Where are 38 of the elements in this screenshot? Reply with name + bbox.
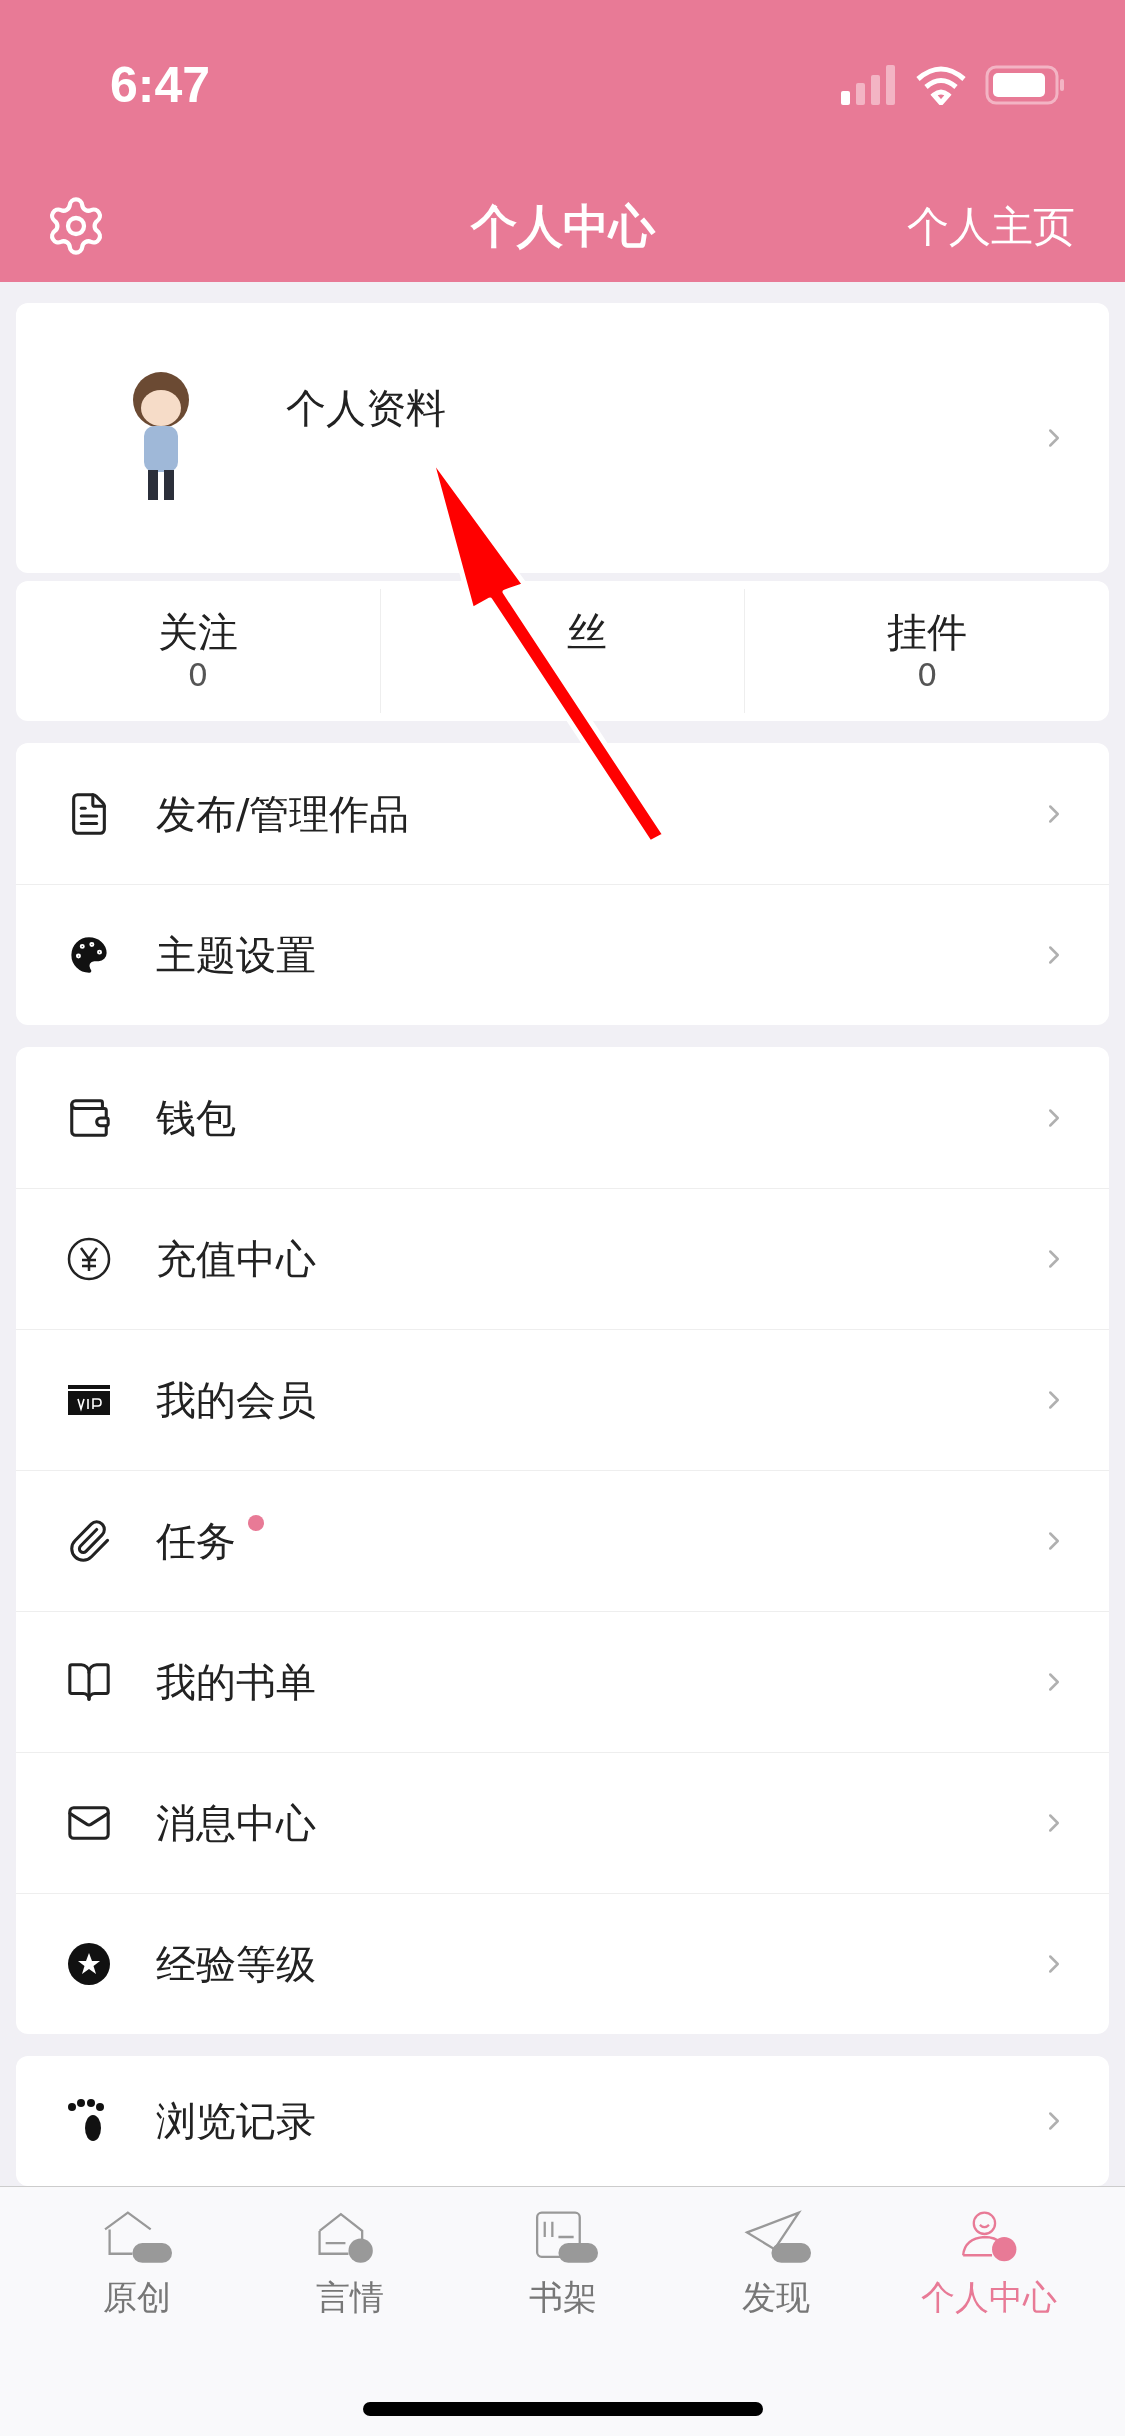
stat-label[interactable]: 关注 — [157, 607, 238, 656]
stat-count: 0 — [917, 655, 938, 695]
menu-label: 我的书单 — [156, 1658, 316, 1707]
stat-label[interactable]: 挂件 — [887, 607, 968, 656]
menu-label: 主题设置 — [156, 931, 316, 980]
tab-item[interactable]: 原创 — [30, 2201, 243, 2323]
profile-label: 个人资料 — [286, 384, 446, 433]
stat-count: 0 — [187, 655, 208, 695]
page-title: 个人中心 — [470, 197, 655, 255]
menu-row[interactable]: 浏览记录 — [16, 2056, 1109, 2186]
tab-item[interactable]: 书架 — [456, 2201, 669, 2323]
tab-item[interactable]: 发现 — [669, 2201, 882, 2323]
signal-icon — [841, 65, 897, 105]
menu-label: 发布/管理作品 — [156, 789, 410, 839]
menu-row[interactable]: 消息中心 — [16, 1752, 1109, 1893]
menu-row[interactable]: 我的书单 — [16, 1611, 1109, 1752]
menu-label: 经验等级 — [156, 1940, 316, 1989]
status-time: 6:47 — [110, 55, 211, 115]
tab-item[interactable]: 言情 — [243, 2201, 456, 2323]
menu-row[interactable]: 钱包 — [16, 1047, 1109, 1188]
menu-label: 充值中心 — [156, 1235, 316, 1284]
battery-icon — [985, 65, 1065, 105]
wifi-icon — [915, 65, 967, 105]
menu-label: 浏览记录 — [156, 2097, 316, 2146]
menu-row[interactable]: 发布/管理作品 — [16, 743, 1109, 884]
yen-icon — [66, 1236, 112, 1282]
menu-row[interactable]: 主题设置 — [16, 884, 1109, 1025]
menu-row[interactable]: 我的会员 — [16, 1329, 1109, 1470]
menu-row[interactable]: 任务 — [16, 1470, 1109, 1611]
stat-label[interactable]: 丝 — [566, 608, 607, 656]
menu-row[interactable]: 经验等级 — [16, 1893, 1109, 2034]
profile-card[interactable]: 个人资料 — [16, 303, 1109, 573]
menu-label: 消息中心 — [156, 1799, 316, 1848]
star-badge-icon — [66, 1941, 112, 1987]
menu-label: 任务 — [156, 1517, 236, 1566]
menu-label: 我的会员 — [156, 1376, 316, 1425]
menu-label: 钱包 — [156, 1093, 236, 1143]
menu-row[interactable]: 充值中心 — [16, 1188, 1109, 1329]
